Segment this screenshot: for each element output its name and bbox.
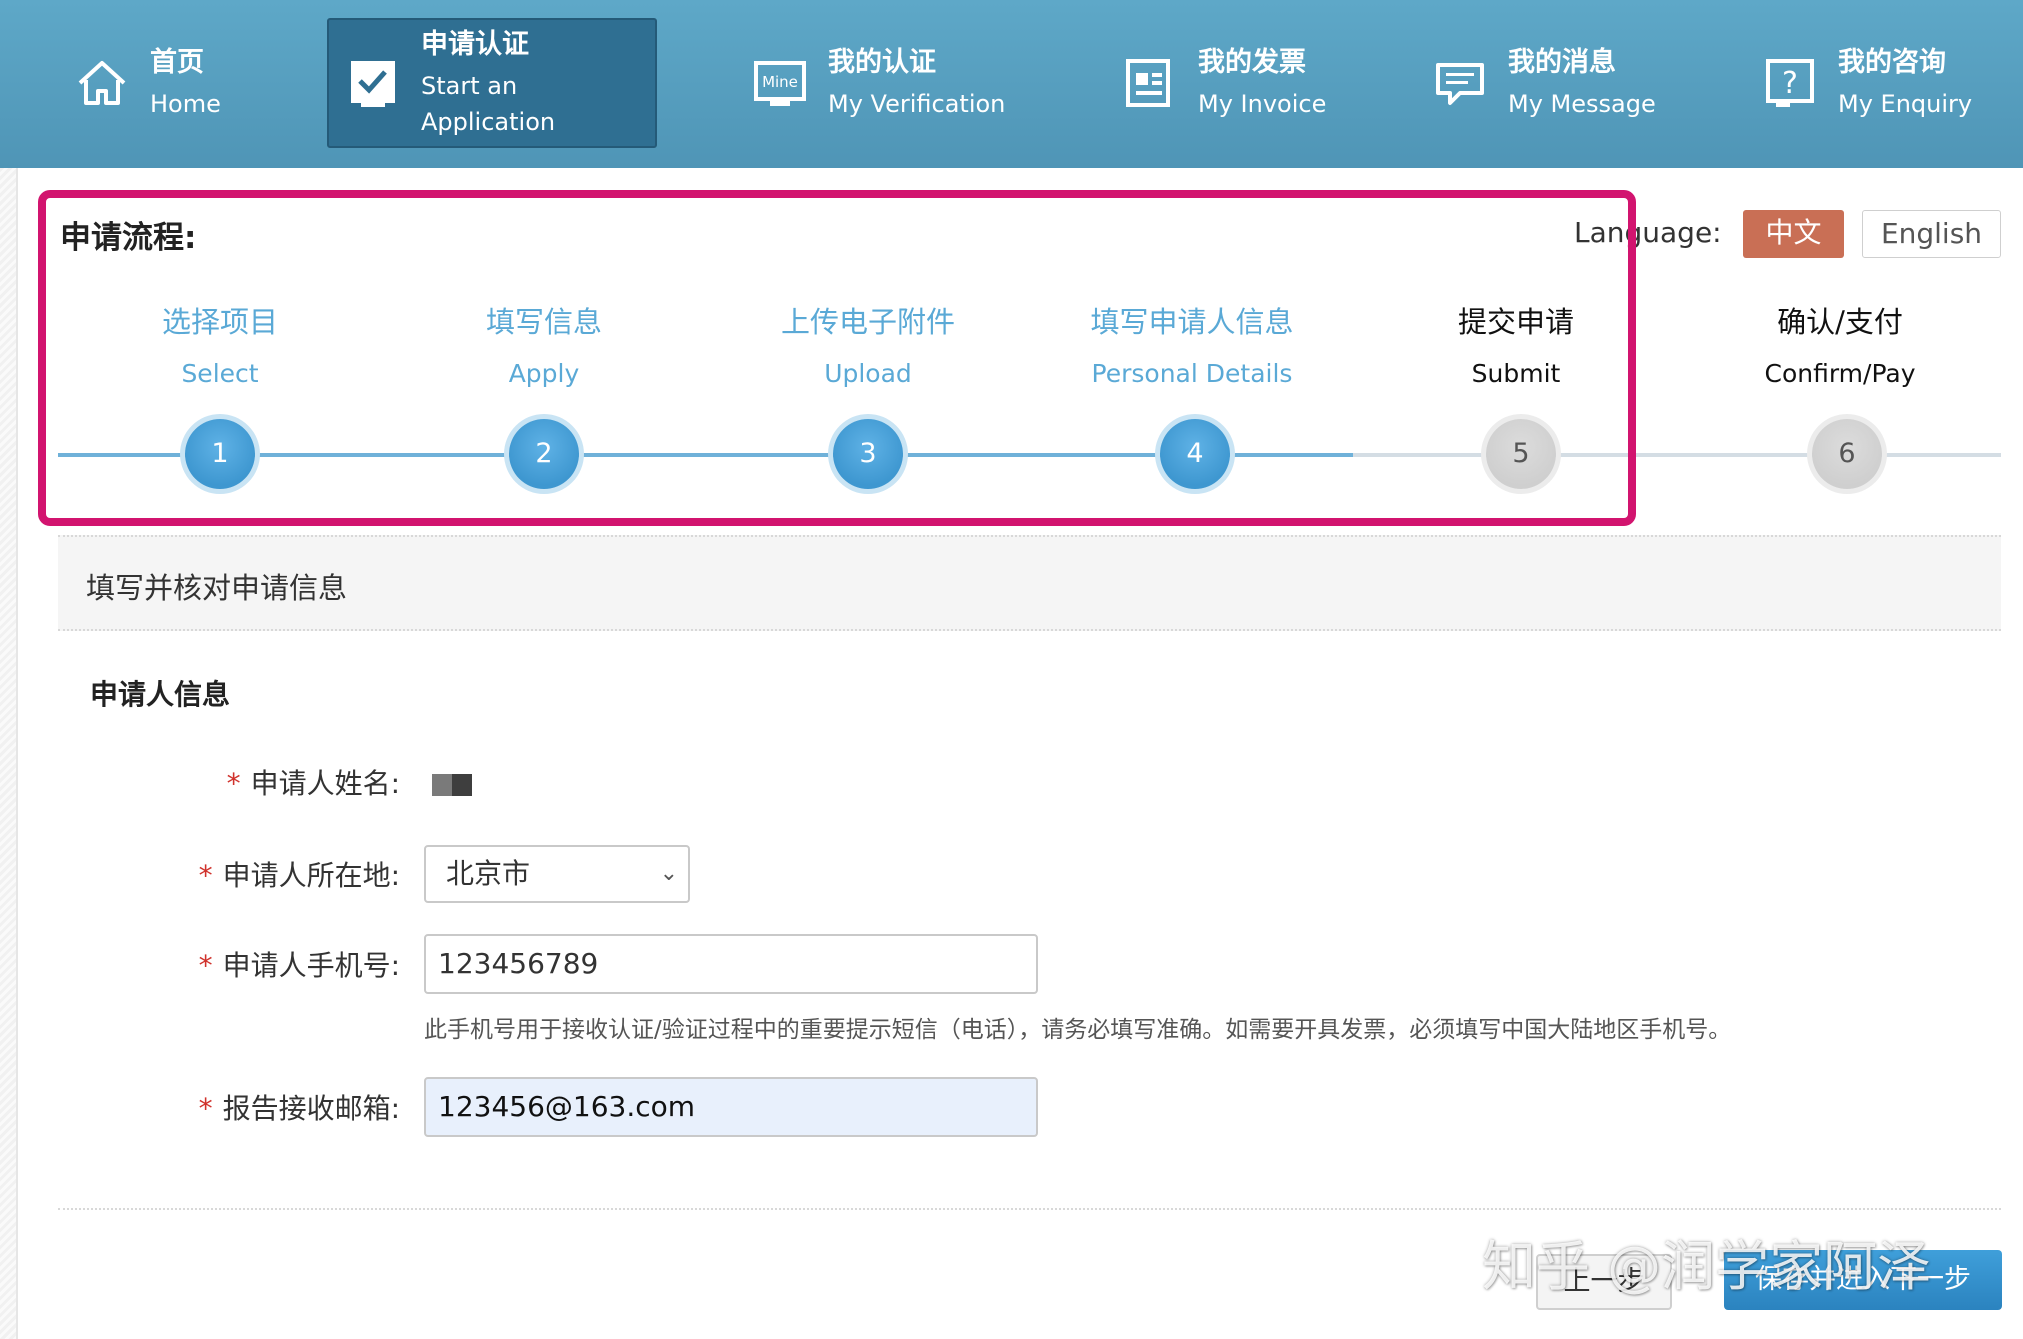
- phone-help-text: 此手机号用于接收认证/验证过程中的重要提示短信（电话），请务必填写准确。如需要开…: [424, 1017, 1732, 1043]
- step-5-circle: 5: [1486, 419, 1556, 489]
- nav-my-invoice[interactable]: 我的发票 My Invoice: [1122, 18, 1352, 148]
- section-title: 填写并核对申请信息: [86, 571, 348, 605]
- mine-icon-text: Mine: [762, 73, 798, 91]
- application-check-icon: [345, 55, 401, 111]
- step-1-zh: 选择项目: [161, 305, 278, 339]
- step-3-label: 上传电子附件 Upload: [718, 302, 1018, 392]
- top-navigation: 首页 Home 申请认证 Start an Application Mine 我…: [0, 0, 2023, 168]
- step-2-en: Apply: [508, 359, 580, 388]
- step-2-zh: 填写信息: [485, 305, 602, 339]
- form-bottom-divider: [58, 1208, 2001, 1210]
- nav-my-message-en: My Message: [1508, 90, 1656, 118]
- enquiry-icon-text: ?: [1782, 66, 1798, 101]
- required-mark: *: [198, 1092, 213, 1125]
- step-2-circle: 2: [509, 419, 579, 489]
- nav-start-application-zh: 申请认证: [421, 29, 529, 60]
- language-label: Language:: [1574, 216, 1722, 249]
- step-4-zh: 填写申请人信息: [1090, 305, 1294, 339]
- nav-my-message[interactable]: 我的消息 My Message: [1432, 18, 1672, 148]
- step-1-circle: 1: [185, 419, 255, 489]
- step-6-circle: 6: [1812, 419, 1882, 489]
- applicant-phone-input[interactable]: 123456789: [424, 934, 1038, 994]
- nav-home-zh: 首页: [150, 47, 204, 78]
- nav-start-application[interactable]: 申请认证 Start an Application: [327, 18, 657, 148]
- step-5-zh: 提交申请: [1457, 305, 1574, 339]
- nav-my-enquiry-zh: 我的咨询: [1838, 47, 1946, 78]
- nav-my-enquiry[interactable]: ? 我的咨询 My Enquiry: [1762, 18, 1992, 148]
- applicant-phone-label: * 申请人手机号:: [0, 944, 400, 984]
- step-4-circle: 4: [1160, 419, 1230, 489]
- nav-start-application-en: Start an Application: [421, 72, 556, 136]
- step-1-en: Select: [181, 359, 259, 388]
- message-icon: [1432, 55, 1488, 111]
- home-icon: [74, 55, 130, 111]
- nav-my-enquiry-en: My Enquiry: [1838, 90, 1973, 118]
- applicant-location-label-text: 申请人所在地:: [222, 859, 400, 892]
- step-6-zh: 确认/支付: [1777, 305, 1903, 339]
- step-5-en: Submit: [1471, 359, 1561, 388]
- step-3-zh: 上传电子附件: [780, 305, 955, 339]
- step-2-label: 填写信息 Apply: [394, 302, 694, 392]
- step-3-circle: 3: [833, 419, 903, 489]
- applicant-name-redacted: [432, 774, 472, 796]
- nav-home-en: Home: [150, 90, 221, 118]
- applicant-location-value: 北京市: [446, 857, 531, 890]
- applicant-location-label: * 申请人所在地:: [0, 854, 400, 894]
- applicant-info-heading: 申请人信息: [90, 678, 231, 711]
- language-en-button[interactable]: English: [1862, 210, 2001, 258]
- step-6-label: 确认/支付 Confirm/Pay: [1690, 302, 1990, 392]
- mine-verification-icon: Mine: [752, 55, 808, 111]
- nav-my-verification-en: My Verification: [828, 90, 1006, 118]
- report-email-label: * 报告接收邮箱:: [0, 1087, 400, 1127]
- chevron-down-icon: ⌄: [659, 861, 678, 886]
- required-mark: *: [198, 949, 213, 982]
- nav-my-invoice-zh: 我的发票: [1198, 47, 1306, 78]
- invoice-icon: [1122, 55, 1178, 111]
- enquiry-icon: ?: [1762, 55, 1818, 111]
- language-zh-button[interactable]: 中文: [1743, 210, 1844, 258]
- watermark-text: 知乎 @润学家阿泽: [1482, 1235, 1932, 1298]
- nav-home[interactable]: 首页 Home: [74, 18, 244, 148]
- progress-track-remaining: [1353, 453, 2001, 457]
- required-mark: *: [198, 859, 213, 892]
- nav-my-invoice-en: My Invoice: [1198, 90, 1327, 118]
- required-mark: *: [226, 767, 241, 800]
- report-email-label-text: 报告接收邮箱:: [222, 1092, 400, 1125]
- report-email-input[interactable]: 123456@163.com: [424, 1077, 1038, 1137]
- nav-my-verification[interactable]: Mine 我的认证 My Verification: [752, 18, 1012, 148]
- step-3-en: Upload: [824, 359, 912, 388]
- applicant-name-label: * 申请人姓名:: [0, 762, 400, 802]
- applicant-phone-label-text: 申请人手机号:: [222, 949, 400, 982]
- process-title: 申请流程:: [60, 220, 197, 256]
- nav-my-verification-zh: 我的认证: [828, 47, 936, 78]
- step-4-label: 填写申请人信息 Personal Details: [1042, 302, 1342, 392]
- nav-my-message-zh: 我的消息: [1508, 47, 1616, 78]
- applicant-name-label-text: 申请人姓名:: [250, 767, 400, 800]
- step-6-en: Confirm/Pay: [1764, 359, 1916, 388]
- applicant-location-select[interactable]: 北京市 ⌄: [424, 845, 690, 903]
- step-1-label: 选择项目 Select: [70, 302, 370, 392]
- step-4-en: Personal Details: [1091, 359, 1293, 388]
- step-5-label: 提交申请 Submit: [1366, 302, 1666, 392]
- section-header-bar: 填写并核对申请信息: [58, 535, 2001, 631]
- left-edge-divider: [0, 168, 18, 1339]
